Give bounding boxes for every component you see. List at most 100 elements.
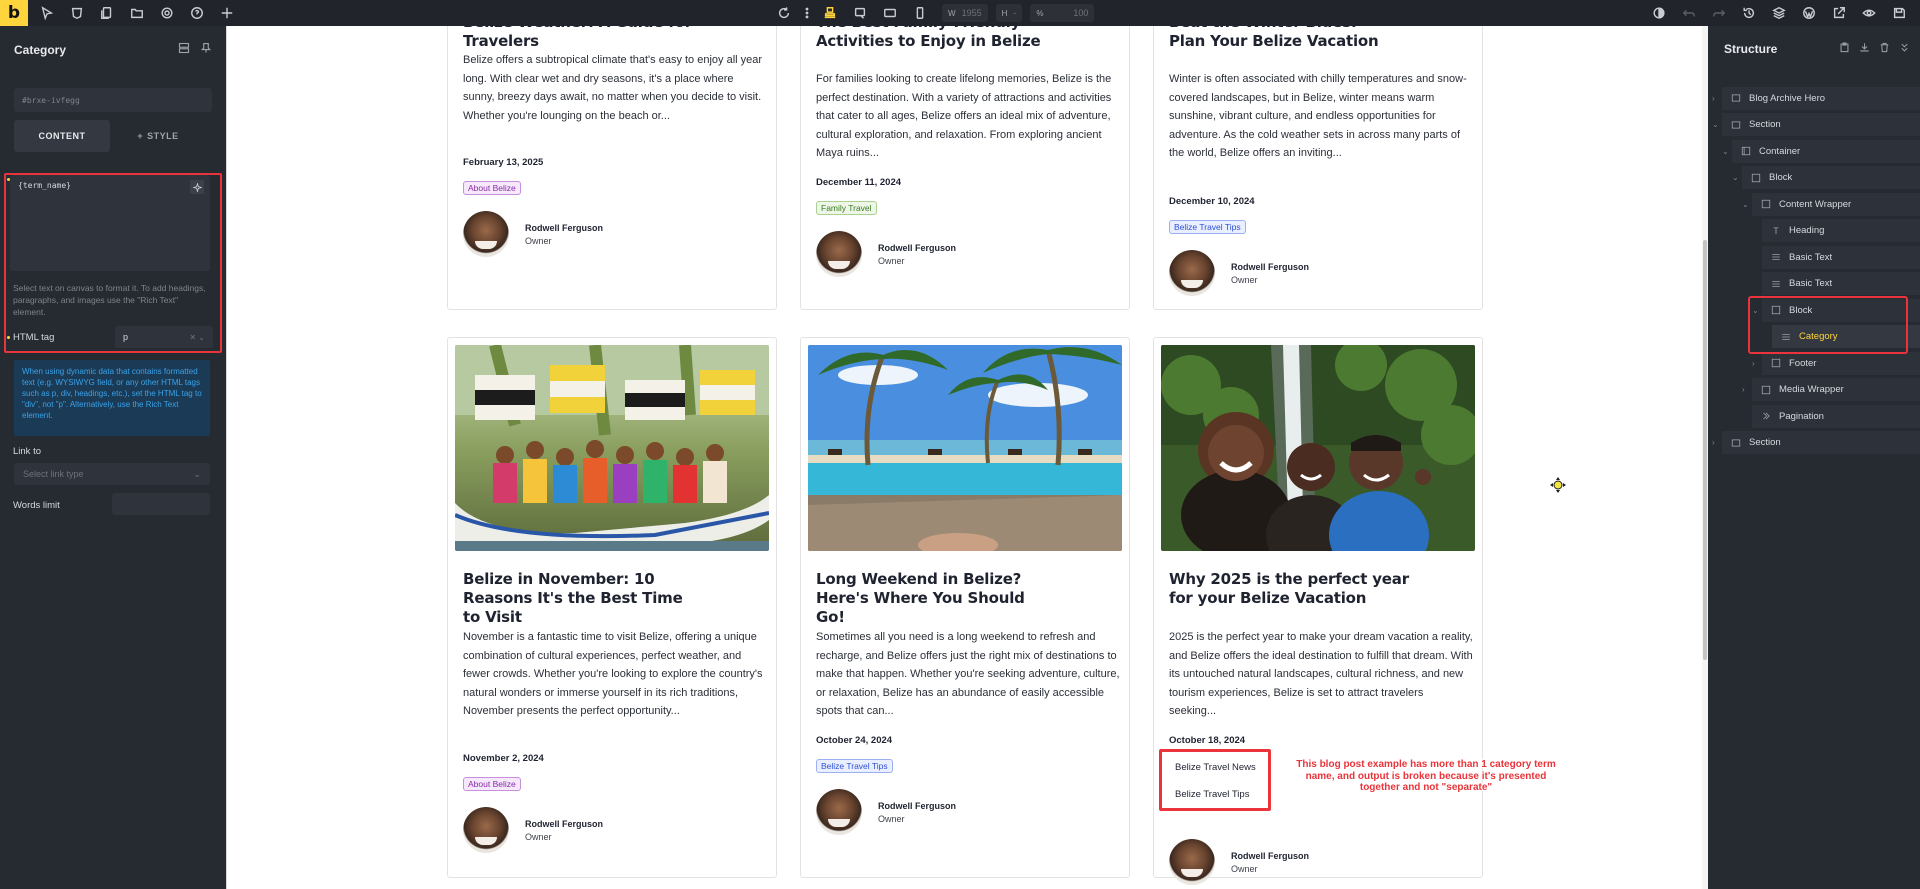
post-title[interactable]: Belize Weather: A Guide for Travelers [463,26,763,51]
pin-panel-icon[interactable] [200,41,212,59]
height-value: - [1013,8,1017,18]
category-tag[interactable]: About Belize [463,181,521,195]
tree-item-label: Content Wrapper [1779,198,1852,210]
link-to-label: Link to [13,446,41,457]
chevron-right-icon[interactable]: › [1742,385,1745,394]
post-title[interactable]: Belize in November: 10 Reasons It's the … [463,570,703,627]
theme-toggle-icon[interactable] [1644,0,1674,26]
tree-item-section[interactable]: › Section [1708,430,1920,457]
author-role: Owner [878,813,905,824]
wordpress-icon[interactable] [1794,0,1824,26]
zoom-field[interactable]: % 100 [1030,4,1095,22]
tab-content[interactable]: CONTENT [14,120,110,152]
chevron-down-icon[interactable]: ⌄ [1722,147,1729,156]
folder-icon[interactable] [122,0,152,26]
laptop-breakpoint-icon[interactable] [846,0,874,26]
height-field[interactable]: H - [995,4,1023,22]
templates-icon[interactable] [62,0,92,26]
more-vertical-icon[interactable] [800,0,814,26]
trash-icon[interactable] [1879,40,1890,58]
structure-panel: Structure › Blog Archive Hero ⌄ Section … [1708,26,1920,889]
tree-item-label: Container [1759,145,1801,157]
chevron-down-icon[interactable]: ⌄ [1742,200,1749,209]
avatar [816,789,862,835]
post-title[interactable]: Why 2025 is the perfect year for your Be… [1169,570,1419,608]
post-title[interactable]: The Best Family-Friendly Activities to E… [816,26,1046,51]
panel-header: Category [0,26,226,74]
chevron-right-icon[interactable]: › [1752,359,1755,368]
post-image-waterfall-selfie[interactable] [1161,345,1475,551]
tree-item-content-wrapper[interactable]: ⌄ Content Wrapper [1708,191,1920,218]
author: Rodwell Ferguson Owner [463,807,603,853]
mobile-breakpoint-icon[interactable] [906,0,934,26]
external-link-icon[interactable] [1824,0,1854,26]
tablet-landscape-icon[interactable] [876,0,904,26]
post-excerpt: November is a fantastic time to visit Be… [463,631,763,717]
tree-item-section[interactable]: ⌄ Section [1708,112,1920,139]
settings-gear-icon[interactable] [152,0,182,26]
desktop-breakpoint-icon[interactable] [816,0,844,26]
download-icon[interactable] [1859,40,1870,58]
category-term-output[interactable]: Belize Travel Tips [1175,789,1249,800]
chevron-right-icon[interactable]: › [1712,438,1715,447]
tree-item-block[interactable]: ⌄ Block [1708,165,1920,192]
tree-item-basic-text[interactable]: Basic Text [1708,244,1920,271]
text-content-input[interactable]: {term_name} [10,175,210,271]
post-image-pool-palms[interactable] [808,345,1122,551]
help-icon[interactable] [182,0,212,26]
bricks-logo[interactable]: b [0,0,28,26]
redo-icon[interactable] [1704,0,1734,26]
post-title[interactable]: Long Weekend in Belize? Here's Where You… [816,570,1056,627]
layers-icon[interactable] [1764,0,1794,26]
builder-app: b W 1955 H - % 100 Category #brxe-ivfegg… [0,0,1920,889]
category-tag[interactable]: Belize Travel Tips [1169,220,1246,234]
html-tag-value: p [123,332,129,342]
tree-item-container[interactable]: ⌄ Container [1708,138,1920,165]
dynamic-data-icon[interactable] [190,180,204,194]
html-tag-select[interactable]: p ✕ ⌄ [115,326,213,348]
pages-icon[interactable] [92,0,122,26]
collapse-icon[interactable] [1899,40,1910,58]
post-card: Belize in November: 10 Reasons It's the … [447,337,777,878]
link-type-select[interactable]: Select link type ⌄ [14,463,210,485]
category-tag[interactable]: About Belize [463,777,521,791]
chevron-down-icon[interactable]: ⌄ [1732,173,1739,182]
tree-item-basic-text[interactable]: Basic Text [1708,271,1920,298]
tree-item-heading[interactable]: Heading [1708,218,1920,245]
post-title[interactable]: Beat the Winter Blues: Plan Your Belize … [1169,26,1389,51]
post-excerpt: 2025 is the perfect year to make your dr… [1169,631,1473,717]
block-icon [1760,199,1771,210]
save-icon[interactable] [1884,0,1914,26]
structure-tree: › Blog Archive Hero ⌄ Section ⌄ Containe… [1708,85,1920,456]
chevron-down-icon[interactable]: ⌄ [1712,120,1719,129]
top-toolbar: b W 1955 H - % 100 [0,0,1920,26]
post-image-boat-festival[interactable] [455,345,769,551]
width-field[interactable]: W 1955 [942,4,988,22]
clear-chevron-icon[interactable]: ✕ ⌄ [189,333,205,342]
refresh-icon[interactable] [770,0,798,26]
preview-eye-icon[interactable] [1854,0,1884,26]
category-term-output[interactable]: Belize Travel News [1175,762,1256,773]
author: Rodwell Ferguson Owner [1169,250,1309,296]
tab-style[interactable]: + STYLE [110,120,206,152]
canvas-scrollbar-thumb[interactable] [1703,240,1707,660]
undo-icon[interactable] [1674,0,1704,26]
element-classes-icon[interactable] [178,41,190,59]
cursor-icon[interactable] [32,0,62,26]
tree-item-label: Media Wrapper [1779,384,1844,396]
history-icon[interactable] [1734,0,1764,26]
heading-icon [1770,225,1781,236]
category-tag[interactable]: Family Travel [816,201,877,215]
tree-item-blog-archive-hero[interactable]: › Blog Archive Hero [1708,85,1920,112]
add-element-icon[interactable] [212,0,242,26]
post-card: Belize Weather: A Guide for Travelers Be… [447,26,777,310]
category-tag[interactable]: Belize Travel Tips [816,759,893,773]
width-value: 1955 [961,8,982,18]
chevron-right-icon[interactable]: › [1712,94,1715,103]
tree-item-pagination[interactable]: Pagination [1708,403,1920,430]
clipboard-icon[interactable] [1839,40,1850,58]
words-limit-input[interactable] [112,493,210,515]
tree-item-label: Footer [1789,357,1817,369]
css-id-field[interactable]: #brxe-ivfegg [14,88,212,112]
tree-item-media-wrapper[interactable]: › Media Wrapper [1708,377,1920,404]
